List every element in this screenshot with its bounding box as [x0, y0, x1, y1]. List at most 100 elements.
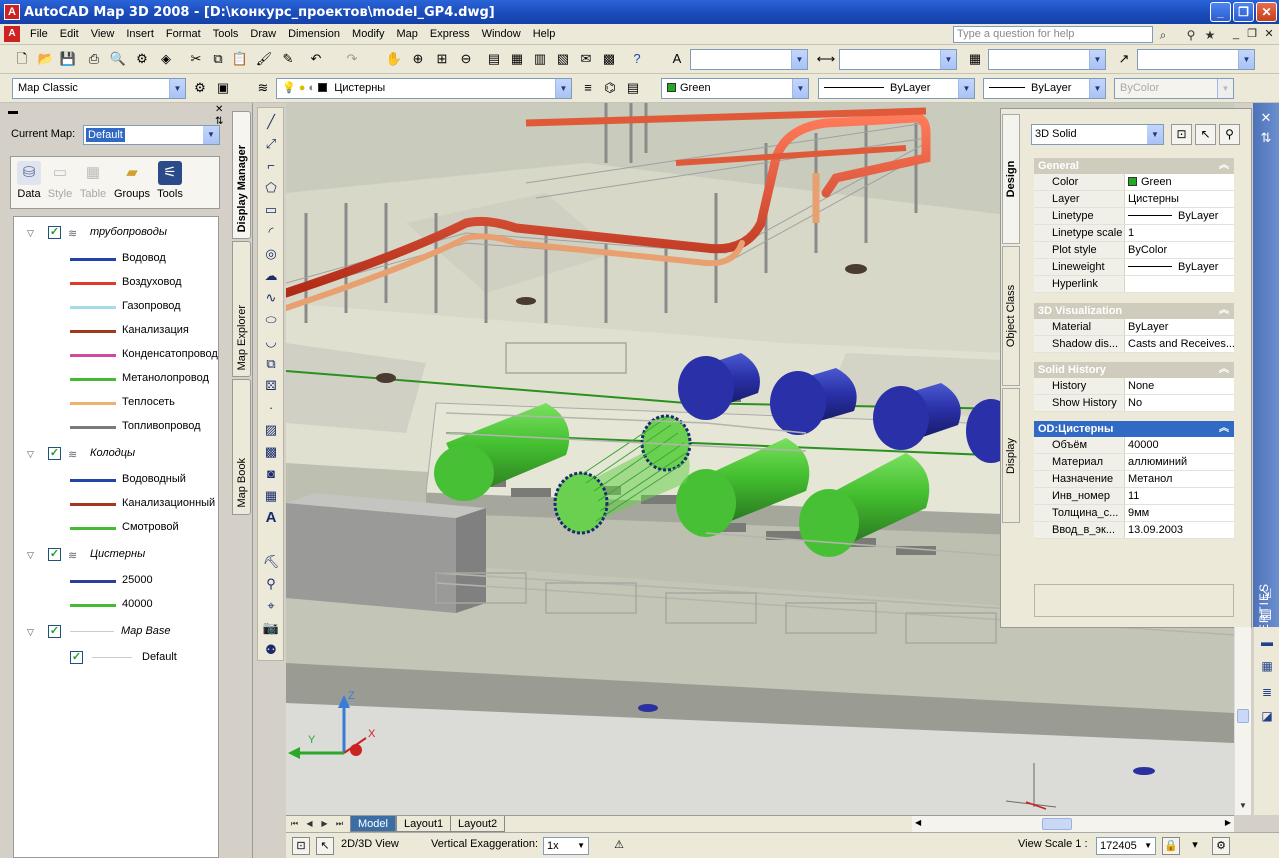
status-dropdown-icon[interactable]: ▾ — [1186, 837, 1204, 855]
insert-block-icon[interactable]: ⧉ — [261, 354, 281, 374]
property-row[interactable]: Инв_номер 11 — [1034, 488, 1234, 505]
minimize-button[interactable]: _ — [1210, 2, 1231, 22]
vertical-exaggeration-select[interactable]: 1x ▼ — [543, 837, 589, 855]
property-row[interactable]: Material ByLayer — [1034, 319, 1234, 336]
tree-item[interactable]: ✓ Default — [14, 648, 218, 668]
mdi-restore-button[interactable]: ❐ — [1245, 27, 1259, 41]
tree-group-tanks[interactable]: ▽ ✓ ≋ Цистерны — [14, 545, 218, 565]
layer-visibility-checkbox[interactable]: ✓ — [48, 447, 61, 460]
tree-item[interactable]: Метанолопровод — [14, 369, 218, 389]
plot-preview-icon[interactable]: 🔍 — [108, 49, 128, 69]
markup-icon[interactable]: ✉ — [576, 49, 596, 69]
tree-item[interactable]: Конденсатопровод — [14, 345, 218, 365]
linetype-select[interactable]: ByLayer ▼ — [818, 78, 975, 99]
property-row[interactable]: Ввод_в_эк... 13.09.2003 — [1034, 522, 1234, 539]
3d-dwf-icon[interactable]: ◈ — [156, 49, 176, 69]
scrollbar-thumb[interactable] — [1042, 818, 1072, 830]
document-icon[interactable]: A — [4, 26, 20, 42]
tree-item[interactable]: Газопровод — [14, 297, 218, 317]
lock-icon[interactable]: 🔒 — [1162, 837, 1180, 855]
redo-icon[interactable]: ↷ — [342, 49, 362, 69]
favorites-star-icon[interactable]: ★ — [1202, 27, 1218, 43]
polygon-icon[interactable]: ⬠ — [261, 178, 281, 198]
select-objects-icon[interactable]: ↖ — [1195, 124, 1216, 145]
tools-button[interactable]: ⚟ Tools — [150, 161, 190, 200]
layer-visibility-checkbox[interactable]: ✓ — [70, 651, 83, 664]
tree-item[interactable]: Водоводный — [14, 470, 218, 490]
map-drape-icon[interactable]: ◪ — [1258, 707, 1276, 725]
map-measure-icon[interactable]: ⌖ — [261, 596, 281, 616]
tree-item[interactable]: Канализация — [14, 321, 218, 341]
current-map-select[interactable]: Default ▼ — [83, 125, 220, 145]
section-header[interactable]: 3D Visualization ︽ — [1034, 303, 1234, 319]
scrollbar-thumb[interactable] — [1237, 709, 1249, 723]
collapse-chevron-icon[interactable]: ▽ — [27, 449, 34, 460]
tab-display-manager[interactable]: Display Manager — [232, 111, 251, 239]
menu-map[interactable]: Map — [390, 28, 423, 40]
pan-icon[interactable]: ✋ — [384, 49, 404, 69]
layer-visibility-checkbox[interactable]: ✓ — [48, 625, 61, 638]
layer-manager-icon[interactable]: ≋ — [253, 78, 273, 98]
tab-layout1[interactable]: Layout1 — [396, 816, 452, 832]
walk-icon[interactable]: ⚉ — [261, 640, 281, 660]
next-tab-icon[interactable]: ▶ — [318, 817, 331, 831]
menu-format[interactable]: Format — [160, 28, 207, 40]
collapse-chevron-icon[interactable]: ︽ — [1219, 362, 1229, 378]
layer-visibility-checkbox[interactable]: ✓ — [48, 548, 61, 561]
map-query-icon[interactable]: ⛏ — [261, 552, 281, 572]
mdi-close-button[interactable]: ✕ — [1262, 27, 1276, 41]
construction-line-icon[interactable]: ⤢ — [261, 134, 281, 154]
properties-icon[interactable]: ▤ — [484, 49, 504, 69]
text-style-icon[interactable]: A — [667, 49, 687, 69]
menu-insert[interactable]: Insert — [120, 28, 160, 40]
workspace-lock-icon[interactable]: ▣ — [213, 78, 233, 98]
rectangle-icon[interactable]: ▭ — [261, 200, 281, 220]
map-zoom-icon[interactable]: ⚲ — [261, 574, 281, 594]
tree-item[interactable]: Смотровой — [14, 518, 218, 538]
property-row[interactable]: Lineweight ByLayer — [1034, 259, 1234, 276]
tab-map-book[interactable]: Map Book — [232, 379, 251, 515]
mdi-minimize-button[interactable]: _ — [1229, 27, 1243, 41]
multiline-text-icon[interactable]: A — [261, 508, 281, 528]
scroll-right-icon[interactable]: ▶ — [1225, 818, 1231, 827]
multileader-style-select[interactable]: ▼ — [1137, 49, 1255, 70]
layer-visibility-checkbox[interactable]: ✓ — [48, 226, 61, 239]
view-scale-select[interactable]: 172405 ▼ — [1096, 837, 1156, 855]
horizontal-scrollbar[interactable]: ◀ ▶ — [912, 815, 1234, 832]
property-row[interactable]: History None — [1034, 378, 1234, 395]
dim-style-icon[interactable]: ⟷ — [816, 49, 836, 69]
property-row[interactable]: Объём 40000 — [1034, 437, 1234, 454]
infocenter-icon[interactable]: ⚲ — [1183, 27, 1199, 43]
palette-autohide-icon[interactable]: ⇅ — [1257, 129, 1275, 147]
multileader-style-icon[interactable]: ↗ — [1114, 49, 1134, 69]
pan-zoom-icon[interactable]: ↖ — [316, 837, 334, 855]
menu-draw[interactable]: Draw — [244, 28, 282, 40]
ellipse-icon[interactable]: ⬭ — [261, 310, 281, 330]
make-block-icon[interactable]: ⚄ — [261, 376, 281, 396]
save-icon[interactable]: 💾 — [58, 49, 78, 69]
palette-close-icon[interactable]: ✕ — [1257, 109, 1275, 127]
tree-item[interactable]: Теплосеть — [14, 393, 218, 413]
collapse-icon[interactable]: ▬ — [8, 106, 18, 117]
camera-icon[interactable]: 📷 — [261, 618, 281, 638]
last-tab-icon[interactable]: ⏭ — [333, 817, 346, 831]
tab-model[interactable]: Model — [350, 816, 396, 832]
collapse-chevron-icon[interactable]: ︽ — [1219, 158, 1229, 174]
property-row[interactable]: Plot style ByColor — [1034, 242, 1234, 259]
prev-tab-icon[interactable]: ◀ — [303, 817, 316, 831]
zoom-window-icon[interactable]: ⊞ — [432, 49, 452, 69]
property-row[interactable]: Толщина_с... 9мм — [1034, 505, 1234, 522]
tab-object-class[interactable]: Object Class — [1002, 246, 1020, 386]
tab-map-explorer[interactable]: Map Explorer — [232, 241, 251, 377]
sheet-set-icon[interactable]: ▧ — [553, 49, 573, 69]
toggle-pickadd-icon[interactable]: ⚲ — [1219, 124, 1240, 145]
map-layer-icon[interactable]: ▬ — [1258, 633, 1276, 651]
menu-tools[interactable]: Tools — [207, 28, 245, 40]
make-current-layer-icon[interactable]: ≡ — [578, 78, 598, 98]
lineweight-select[interactable]: ByLayer ▼ — [983, 78, 1106, 99]
ellipse-arc-icon[interactable]: ◡ — [261, 332, 281, 352]
arc-icon[interactable]: ◜ — [261, 222, 281, 242]
table-style-select[interactable]: ▼ — [988, 49, 1106, 70]
undo-icon[interactable]: ↶ — [306, 49, 326, 69]
palette-properties-icon[interactable]: ⇲ — [1257, 585, 1275, 603]
